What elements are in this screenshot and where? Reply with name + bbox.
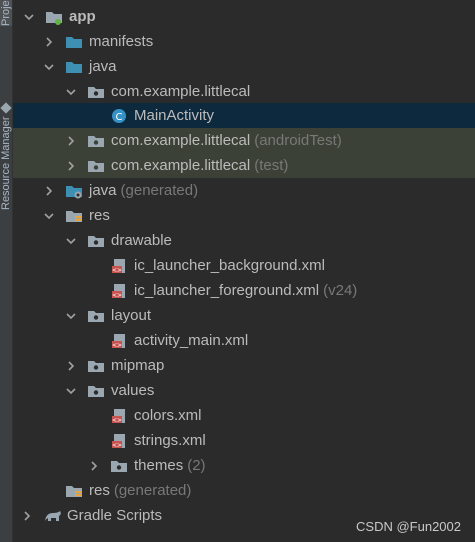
tree-row-app[interactable]: app: [13, 4, 475, 29]
xml-file-icon: <>: [110, 333, 128, 349]
tree-row-package-main[interactable]: com.example.littlecal: [13, 79, 475, 104]
resource-manager-icon: [0, 102, 12, 115]
chevron-right-icon[interactable]: [43, 185, 55, 197]
tree-row-package-android-test[interactable]: com.example.littlecal (androidTest): [13, 128, 475, 153]
chevron-down-icon[interactable]: [65, 235, 77, 247]
chevron-down-icon[interactable]: [65, 86, 77, 98]
tree-row-ic-launcher-background[interactable]: <> ic_launcher_background.xml: [13, 253, 475, 278]
folder-icon: [87, 233, 105, 249]
module-folder-icon: [45, 9, 63, 25]
tree-row-res-generated[interactable]: res (generated): [13, 478, 475, 503]
chevron-down-icon[interactable]: [23, 11, 35, 23]
tree-row-colors[interactable]: <> colors.xml: [13, 403, 475, 428]
project-tree: app manifests java com.example.littlecal…: [13, 0, 475, 542]
chevron-down-icon[interactable]: [65, 310, 77, 322]
tool-window-strip: Project Resource Manager: [0, 0, 13, 542]
package-icon: [87, 84, 105, 100]
tree-row-strings[interactable]: <> strings.xml: [13, 428, 475, 453]
tree-label-values: values: [111, 382, 155, 399]
tree-suffix-themes-count: (2): [187, 457, 206, 474]
tree-row-drawable[interactable]: drawable: [13, 228, 475, 253]
folder-icon: [65, 34, 83, 50]
xml-file-icon: <>: [110, 258, 128, 274]
folder-icon: [87, 383, 105, 399]
tree-suffix-v24: (v24): [323, 282, 358, 299]
chevron-down-icon[interactable]: [43, 210, 55, 222]
tree-suffix-java-generated: (generated): [120, 182, 199, 199]
tree-label-main-activity: MainActivity: [134, 107, 215, 124]
folder-icon: [87, 308, 105, 324]
tree-label-drawable: drawable: [111, 232, 172, 249]
xml-file-icon: <>: [110, 283, 128, 299]
tree-suffix-test: (test): [254, 157, 289, 174]
tree-label-strings: strings.xml: [134, 432, 206, 449]
tree-label-colors: colors.xml: [134, 407, 202, 424]
svg-text:C: C: [116, 112, 123, 123]
tree-row-main-activity[interactable]: C MainActivity: [13, 103, 475, 128]
class-icon: C: [110, 108, 128, 124]
tree-row-manifests[interactable]: manifests: [13, 29, 475, 54]
tree-label-app: app: [69, 8, 96, 25]
tree-row-java[interactable]: java: [13, 54, 475, 79]
tree-label-manifests: manifests: [89, 33, 154, 50]
tree-row-java-generated[interactable]: java (generated): [13, 178, 475, 203]
project-tool-tab[interactable]: Project: [0, 0, 12, 26]
resource-manager-label: Resource Manager: [0, 116, 12, 210]
chevron-right-icon[interactable]: [65, 360, 77, 372]
source-folder-icon: [65, 59, 83, 75]
tree-label-layout: layout: [111, 307, 152, 324]
folder-icon: [87, 358, 105, 374]
tree-label-package-main: com.example.littlecal: [111, 83, 251, 100]
package-icon: [87, 133, 105, 149]
tree-label-activity-main: activity_main.xml: [134, 332, 249, 349]
folder-icon: [110, 458, 128, 474]
resource-folder-icon: [65, 208, 83, 224]
tree-row-res[interactable]: res: [13, 203, 475, 228]
chevron-right-icon[interactable]: [65, 135, 77, 147]
resource-folder-icon: [65, 483, 83, 499]
chevron-right-icon[interactable]: [43, 36, 55, 48]
tree-suffix-res-generated: (generated): [113, 482, 192, 499]
project-tab-label: Project: [0, 0, 12, 26]
svg-text:<>: <>: [112, 417, 122, 424]
chevron-down-icon[interactable]: [43, 61, 55, 73]
tree-row-package-test[interactable]: com.example.littlecal (test): [13, 153, 475, 178]
package-icon: [87, 158, 105, 174]
tree-label-ic-launcher-foreground: ic_launcher_foreground.xml: [134, 282, 320, 299]
tree-row-values[interactable]: values: [13, 378, 475, 403]
svg-text:<>: <>: [112, 442, 122, 449]
svg-text:<>: <>: [112, 292, 122, 299]
tree-label-package-test: com.example.littlecal: [111, 157, 251, 174]
tree-label-java: java: [89, 58, 117, 75]
tree-label-res-generated: res: [89, 482, 110, 499]
resource-manager-tab[interactable]: Resource Manager: [0, 70, 12, 210]
tree-row-mipmap[interactable]: mipmap: [13, 353, 475, 378]
tree-label-mipmap: mipmap: [111, 357, 165, 374]
tree-row-ic-launcher-foreground[interactable]: <> ic_launcher_foreground.xml (v24): [13, 278, 475, 303]
generated-folder-icon: [65, 183, 83, 199]
xml-file-icon: <>: [110, 433, 128, 449]
gradle-icon: [43, 508, 61, 524]
chevron-right-icon[interactable]: [88, 460, 100, 472]
xml-file-icon: <>: [110, 408, 128, 424]
chevron-right-icon[interactable]: [65, 160, 77, 172]
svg-text:<>: <>: [112, 267, 122, 274]
chevron-right-icon[interactable]: [21, 510, 33, 522]
tree-suffix-android-test: (androidTest): [254, 132, 342, 149]
tree-label-package-android-test: com.example.littlecal: [111, 132, 251, 149]
watermark: CSDN @Fun2002: [356, 519, 461, 534]
tree-label-themes: themes: [134, 457, 184, 474]
tree-label-ic-launcher-background: ic_launcher_background.xml: [134, 257, 325, 274]
tree-row-themes[interactable]: themes (2): [13, 453, 475, 478]
chevron-down-icon[interactable]: [65, 385, 77, 397]
tree-row-activity-main[interactable]: <> activity_main.xml: [13, 328, 475, 353]
svg-text:<>: <>: [112, 342, 122, 349]
tree-label-java-generated: java: [89, 182, 117, 199]
tree-row-layout[interactable]: layout: [13, 303, 475, 328]
tree-label-gradle-scripts: Gradle Scripts: [67, 507, 163, 524]
tree-label-res: res: [89, 207, 110, 224]
